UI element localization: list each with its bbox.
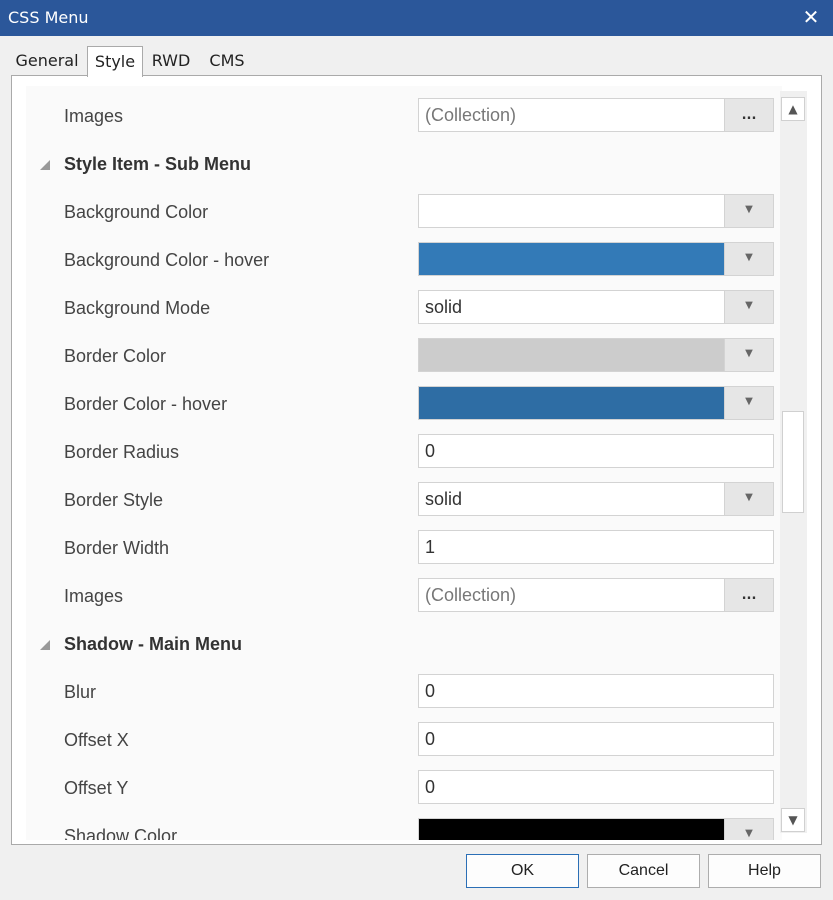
scrollbar-thumb[interactable] <box>782 411 804 513</box>
field-value: solid <box>425 489 463 509</box>
shadow-color-field[interactable]: ▼ <box>418 818 774 840</box>
property-row: Border Style solid ▼ <box>26 476 782 524</box>
blur-field[interactable]: 0 <box>418 674 774 708</box>
field-value: 0 <box>425 777 436 797</box>
dropdown-arrow-icon[interactable]: ▼ <box>724 819 773 840</box>
title-bar: CSS Menu ✕ <box>0 0 833 36</box>
color-swatch[interactable] <box>419 819 726 840</box>
tab-style[interactable]: Style <box>87 46 143 77</box>
images-field[interactable]: (Collection)... <box>418 98 774 132</box>
property-label: Images <box>64 586 124 606</box>
property-grid-scrollbar[interactable]: ▲ ▼ <box>780 91 807 833</box>
field-value: 0 <box>425 441 436 461</box>
property-label: Offset X <box>64 730 129 750</box>
background-color-hover-field[interactable]: ▼ <box>418 242 774 276</box>
scroll-down-icon[interactable]: ▼ <box>781 808 805 832</box>
field-value: 0 <box>425 729 436 749</box>
color-swatch[interactable] <box>419 243 726 275</box>
field-value: (Collection) <box>425 105 517 125</box>
property-label: Offset Y <box>64 778 129 798</box>
cancel-button[interactable]: Cancel <box>587 854 700 888</box>
property-row: Blur 0 <box>26 668 782 716</box>
field-value: 1 <box>425 537 436 557</box>
property-label: Border Color <box>64 346 167 366</box>
property-label: Border Radius <box>64 442 180 462</box>
color-swatch[interactable] <box>419 387 726 419</box>
offset-x-field[interactable]: 0 <box>418 722 774 756</box>
property-label: Border Color - hover <box>64 394 228 414</box>
property-label: Border Style <box>64 490 164 510</box>
property-row: Background Mode solid ▼ <box>26 284 782 332</box>
dropdown-arrow-icon[interactable]: ▼ <box>724 483 773 515</box>
border-width-field[interactable]: 1 <box>418 530 774 564</box>
field-value: solid <box>425 297 463 317</box>
property-row: Shadow Color ▼ <box>26 812 782 840</box>
dropdown-arrow-icon[interactable]: ▼ <box>724 195 773 227</box>
ellipsis-button[interactable]: ... <box>724 99 773 131</box>
category-label: Shadow - Main Menu <box>64 634 242 654</box>
help-button[interactable]: Help <box>708 854 821 888</box>
property-grid: Images (Collection)... Style Item - Sub Me… <box>26 86 782 840</box>
field-value: (Collection) <box>425 585 517 605</box>
property-row: Background Color ▼ <box>26 188 782 236</box>
ok-button[interactable]: OK <box>466 854 579 888</box>
field-value: 0 <box>425 681 436 701</box>
property-label: Images <box>64 106 124 126</box>
property-row: Offset X 0 <box>26 716 782 764</box>
property-row: Images (Collection)... <box>26 92 782 140</box>
color-swatch[interactable] <box>419 339 726 371</box>
scroll-up-icon[interactable]: ▲ <box>781 97 805 121</box>
property-label: Shadow Color <box>64 826 178 840</box>
border-radius-field[interactable]: 0 <box>418 434 774 468</box>
tab-general[interactable]: General <box>10 48 84 74</box>
background-mode-field[interactable]: solid ▼ <box>418 290 774 324</box>
dropdown-arrow-icon[interactable]: ▼ <box>724 339 773 371</box>
dropdown-arrow-icon[interactable]: ▼ <box>724 387 773 419</box>
property-row: Border Color ▼ <box>26 332 782 380</box>
property-row: Border Color - hover ▼ <box>26 380 782 428</box>
close-icon[interactable]: ✕ <box>801 5 821 29</box>
dropdown-arrow-icon[interactable]: ▼ <box>724 243 773 275</box>
background-color-field[interactable]: ▼ <box>418 194 774 228</box>
color-swatch[interactable] <box>419 195 726 227</box>
property-label: Background Mode <box>64 298 211 318</box>
border-color-field[interactable]: ▼ <box>418 338 774 372</box>
category-row: Shadow - Main Menu <box>26 620 782 668</box>
category-row: Style Item - Sub Menu <box>26 140 782 188</box>
property-row: Border Width 1 <box>26 524 782 572</box>
images-field[interactable]: (Collection)... <box>418 578 774 612</box>
property-label: Background Color <box>64 202 209 222</box>
border-color-hover-field[interactable]: ▼ <box>418 386 774 420</box>
collapse-triangle-icon[interactable] <box>40 640 50 650</box>
property-row: Background Color - hover ▼ <box>26 236 782 284</box>
tab-panel: Images (Collection)... Style Item - Sub Me… <box>11 75 822 845</box>
ellipsis-button[interactable]: ... <box>724 579 773 611</box>
border-style-field[interactable]: solid ▼ <box>418 482 774 516</box>
property-row: Images (Collection)... <box>26 572 782 620</box>
property-label: Blur <box>64 682 97 702</box>
window-title: CSS Menu <box>8 8 89 27</box>
property-row: Offset Y 0 <box>26 764 782 812</box>
collapse-triangle-icon[interactable] <box>40 160 50 170</box>
property-row: Border Radius 0 <box>26 428 782 476</box>
category-label: Style Item - Sub Menu <box>64 154 252 174</box>
tab-cms[interactable]: CMS <box>201 48 253 74</box>
property-label: Border Width <box>64 538 170 558</box>
property-label: Background Color - hover <box>64 250 270 270</box>
offset-y-field[interactable]: 0 <box>418 770 774 804</box>
dropdown-arrow-icon[interactable]: ▼ <box>724 291 773 323</box>
tab-rwd[interactable]: RWD <box>145 48 197 74</box>
